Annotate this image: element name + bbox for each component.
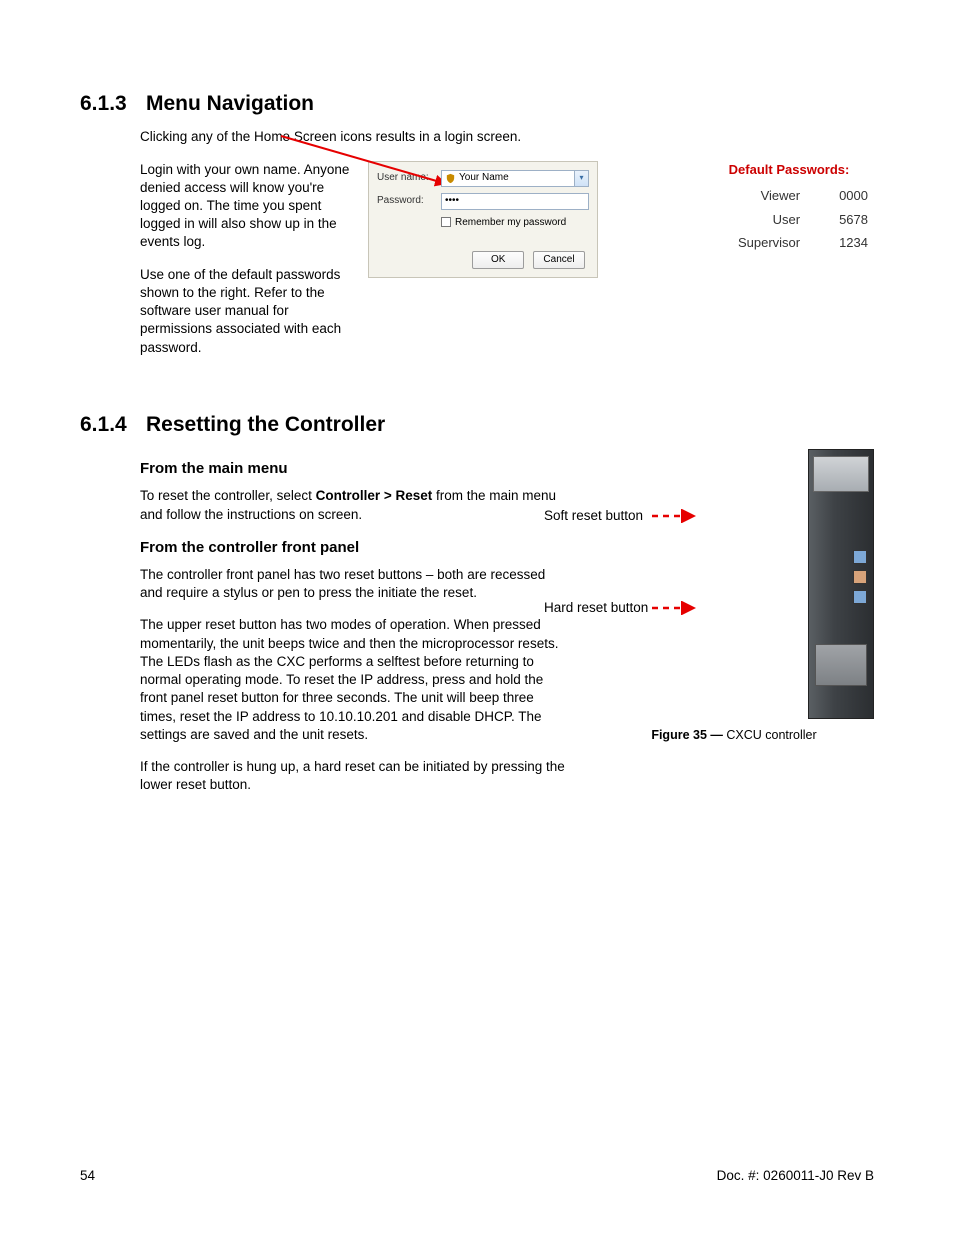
p-614-2: The controller front panel has two reset… <box>140 566 570 602</box>
ok-button[interactable]: OK <box>472 251 524 269</box>
heading-613-title: Menu Navigation <box>146 92 314 115</box>
heading-614: 6.1.4Resetting the Controller <box>80 411 874 439</box>
remember-label: Remember my password <box>455 216 566 230</box>
figure-35: Soft reset button Hard reset button F <box>594 449 874 744</box>
shield-icon <box>445 173 456 184</box>
p-613-2: Use one of the default passwords shown t… <box>140 266 350 357</box>
pw-row: Supervisor1234 <box>704 231 874 255</box>
p-613-1: Login with your own name. Anyone denied … <box>140 161 350 252</box>
doc-id: Doc. #: 0260011-J0 Rev B <box>717 1167 874 1185</box>
login-dialog: User name: Your Name ▾ Password: •••• Re… <box>368 161 598 279</box>
default-passwords-box: Default Passwords: Viewer0000 User5678 S… <box>704 161 874 255</box>
sub-614-1: From the main menu <box>140 459 570 479</box>
p-614-1: To reset the controller, select Controll… <box>140 487 570 523</box>
p-614-3: The upper reset button has two modes of … <box>140 616 570 744</box>
username-field[interactable]: Your Name ▾ <box>441 170 589 187</box>
figure-35-caption: Figure 35 — CXCU controller <box>594 727 874 744</box>
controller-top-plate <box>813 456 869 492</box>
hard-reset-label: Hard reset button <box>544 599 654 617</box>
controller-slot <box>815 644 867 686</box>
heading-614-num: 6.1.4 <box>80 411 146 439</box>
controller-led-icon <box>853 590 867 604</box>
pw-row: User5678 <box>704 208 874 232</box>
controller-body <box>808 449 874 719</box>
intro-613: Clicking any of the Home Screen icons re… <box>140 128 874 146</box>
sub-614-2: From the controller front panel <box>140 538 570 558</box>
pw-row: Viewer0000 <box>704 184 874 208</box>
heading-613: 6.1.3Menu Navigation <box>80 90 874 118</box>
col-613-text: Login with your own name. Anyone denied … <box>140 161 350 371</box>
passwords-table: Viewer0000 User5678 Supervisor1234 <box>704 184 874 255</box>
passwords-heading: Default Passwords: <box>704 161 874 179</box>
heading-613-num: 6.1.3 <box>80 90 146 118</box>
heading-614-title: Resetting the Controller <box>146 413 385 436</box>
password-label: Password: <box>377 194 435 208</box>
username-label: User name: <box>377 171 435 185</box>
soft-reset-label: Soft reset button <box>544 507 654 525</box>
page-footer: 54 Doc. #: 0260011-J0 Rev B <box>80 1167 874 1185</box>
col-614-text: From the main menu To reset the controll… <box>140 449 570 808</box>
username-dropdown-icon[interactable]: ▾ <box>574 171 588 186</box>
controller-led-icon <box>853 550 867 564</box>
page-number: 54 <box>80 1167 95 1185</box>
controller-led-icon <box>853 570 867 584</box>
cancel-button[interactable]: Cancel <box>533 251 585 269</box>
password-field[interactable]: •••• <box>441 193 589 210</box>
remember-checkbox[interactable] <box>441 217 451 227</box>
p-614-4: If the controller is hung up, a hard res… <box>140 758 570 794</box>
password-mask: •••• <box>445 194 459 208</box>
controller-illustration: Soft reset button Hard reset button <box>674 449 874 719</box>
username-value: Your Name <box>459 171 509 185</box>
